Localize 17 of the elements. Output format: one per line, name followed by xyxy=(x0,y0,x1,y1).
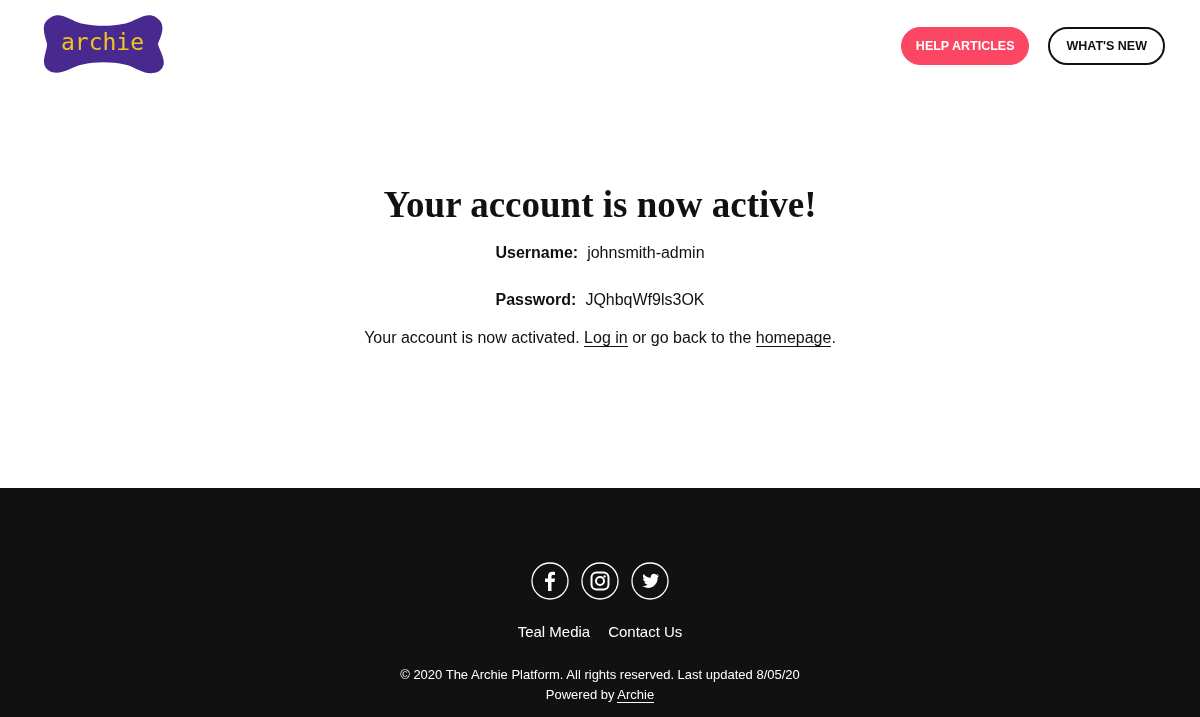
bird-icon[interactable] xyxy=(631,562,669,600)
archie-link[interactable]: Archie xyxy=(617,687,655,703)
text-link[interactable]: homepage xyxy=(755,329,832,347)
page-title: Your account is now active! xyxy=(383,183,817,226)
camera-icon[interactable] xyxy=(581,562,619,600)
field-label: Password: xyxy=(495,291,577,309)
field-label: Username: xyxy=(495,244,579,262)
copyright-text: © 2020 The Archie Platform. All rights reserved. Last updated 8/05/20 xyxy=(400,667,800,682)
footer-link[interactable]: Contact Us xyxy=(608,623,683,640)
activation-message: Your account is now activated. Log in or go back to the homepage. xyxy=(364,329,836,347)
whats-new-button[interactable]: WHAT'S NEW xyxy=(1048,27,1165,65)
powered-by-text: Powered by Archie xyxy=(545,687,655,702)
field-value: johnsmith-admin xyxy=(587,244,705,262)
facebook-icon[interactable] xyxy=(531,562,569,600)
footer-link[interactable]: Teal Media xyxy=(517,623,591,640)
text-link[interactable]: Log in xyxy=(584,329,628,347)
field-value: JQhbqWf9ls3OK xyxy=(585,291,705,309)
